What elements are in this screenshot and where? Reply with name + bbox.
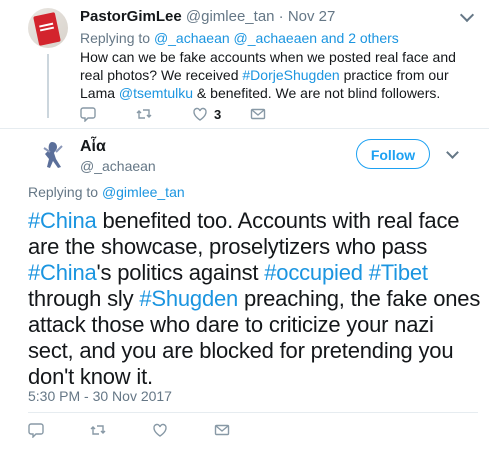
hashtag-link[interactable]: #Tibet bbox=[369, 260, 428, 285]
reply-icon bbox=[80, 107, 96, 122]
reply-button[interactable] bbox=[28, 422, 44, 438]
replying-to: Replying to @_achaean @_achaeaen and 2 o… bbox=[80, 30, 399, 46]
like-button[interactable]: 3 bbox=[192, 106, 221, 122]
tweet-text: #China benefited too. Accounts with real… bbox=[28, 208, 483, 390]
dm-button[interactable] bbox=[250, 106, 266, 122]
retweet-button[interactable] bbox=[90, 422, 106, 438]
author-handle[interactable]: @_achaean bbox=[80, 158, 156, 174]
follow-button[interactable]: Follow bbox=[356, 139, 430, 169]
tweet-text-segment: 's politics against bbox=[96, 260, 265, 285]
like-count: 3 bbox=[214, 106, 222, 122]
avatar[interactable] bbox=[34, 136, 74, 176]
divider bbox=[28, 412, 478, 413]
hashtag-link[interactable]: #China bbox=[28, 208, 97, 233]
parent-tweet-header: PastorGimLee @gimlee_tan · Nov 27 bbox=[80, 8, 335, 25]
envelope-icon bbox=[214, 424, 230, 436]
hashtag-link[interactable]: #China bbox=[28, 260, 97, 285]
chevron-down-icon[interactable] bbox=[459, 7, 475, 23]
tweet-text-segment: & benefited. We are not blind followers. bbox=[193, 85, 441, 101]
author-name[interactable]: Aἷα bbox=[80, 138, 106, 156]
parent-tweet[interactable]: PastorGimLee @gimlee_tan · Nov 27 Replyi… bbox=[0, 0, 489, 122]
replying-to-label: Replying to bbox=[80, 30, 151, 46]
retweet-icon bbox=[90, 425, 106, 435]
heart-icon bbox=[153, 423, 167, 437]
hashtag-link[interactable]: #Shugden bbox=[139, 286, 238, 311]
thread-line bbox=[47, 54, 49, 118]
replying-to-label: Replying to bbox=[28, 184, 99, 200]
others-link[interactable]: and 2 others bbox=[321, 30, 399, 46]
hashtag-link[interactable]: #occupied bbox=[264, 260, 363, 285]
mention-link[interactable]: @_achaeaen bbox=[234, 30, 318, 46]
reply-button[interactable] bbox=[80, 106, 96, 122]
tweet-time[interactable]: Nov 27 bbox=[288, 8, 336, 25]
hashtag-link[interactable]: #DorjeShugden bbox=[242, 67, 339, 83]
envelope-icon bbox=[250, 108, 266, 120]
retweet-button[interactable] bbox=[136, 106, 152, 122]
like-button[interactable] bbox=[152, 422, 168, 438]
mention-link[interactable]: @gimlee_tan bbox=[102, 184, 185, 200]
divider bbox=[0, 128, 489, 129]
chevron-down-icon[interactable] bbox=[446, 146, 459, 159]
author-name[interactable]: PastorGimLee bbox=[80, 8, 182, 25]
tweet-timestamp[interactable]: 5:30 PM - 30 Nov 2017 bbox=[28, 388, 172, 404]
tweet-text-segment: through sly bbox=[28, 286, 140, 311]
avatar[interactable] bbox=[28, 8, 68, 48]
heart-icon bbox=[193, 107, 207, 121]
tweet-text: How can we be fake accounts when we post… bbox=[80, 48, 470, 102]
dm-button[interactable] bbox=[214, 422, 230, 438]
separator: · bbox=[278, 8, 284, 25]
retweet-icon bbox=[136, 109, 152, 119]
mention-link[interactable]: @tsemtulku bbox=[119, 85, 193, 101]
replying-to: Replying to @gimlee_tan bbox=[28, 184, 185, 200]
reply-icon bbox=[28, 423, 44, 438]
mention-link[interactable]: @_achaean bbox=[154, 30, 230, 46]
author-handle[interactable]: @gimlee_tan bbox=[186, 8, 275, 25]
